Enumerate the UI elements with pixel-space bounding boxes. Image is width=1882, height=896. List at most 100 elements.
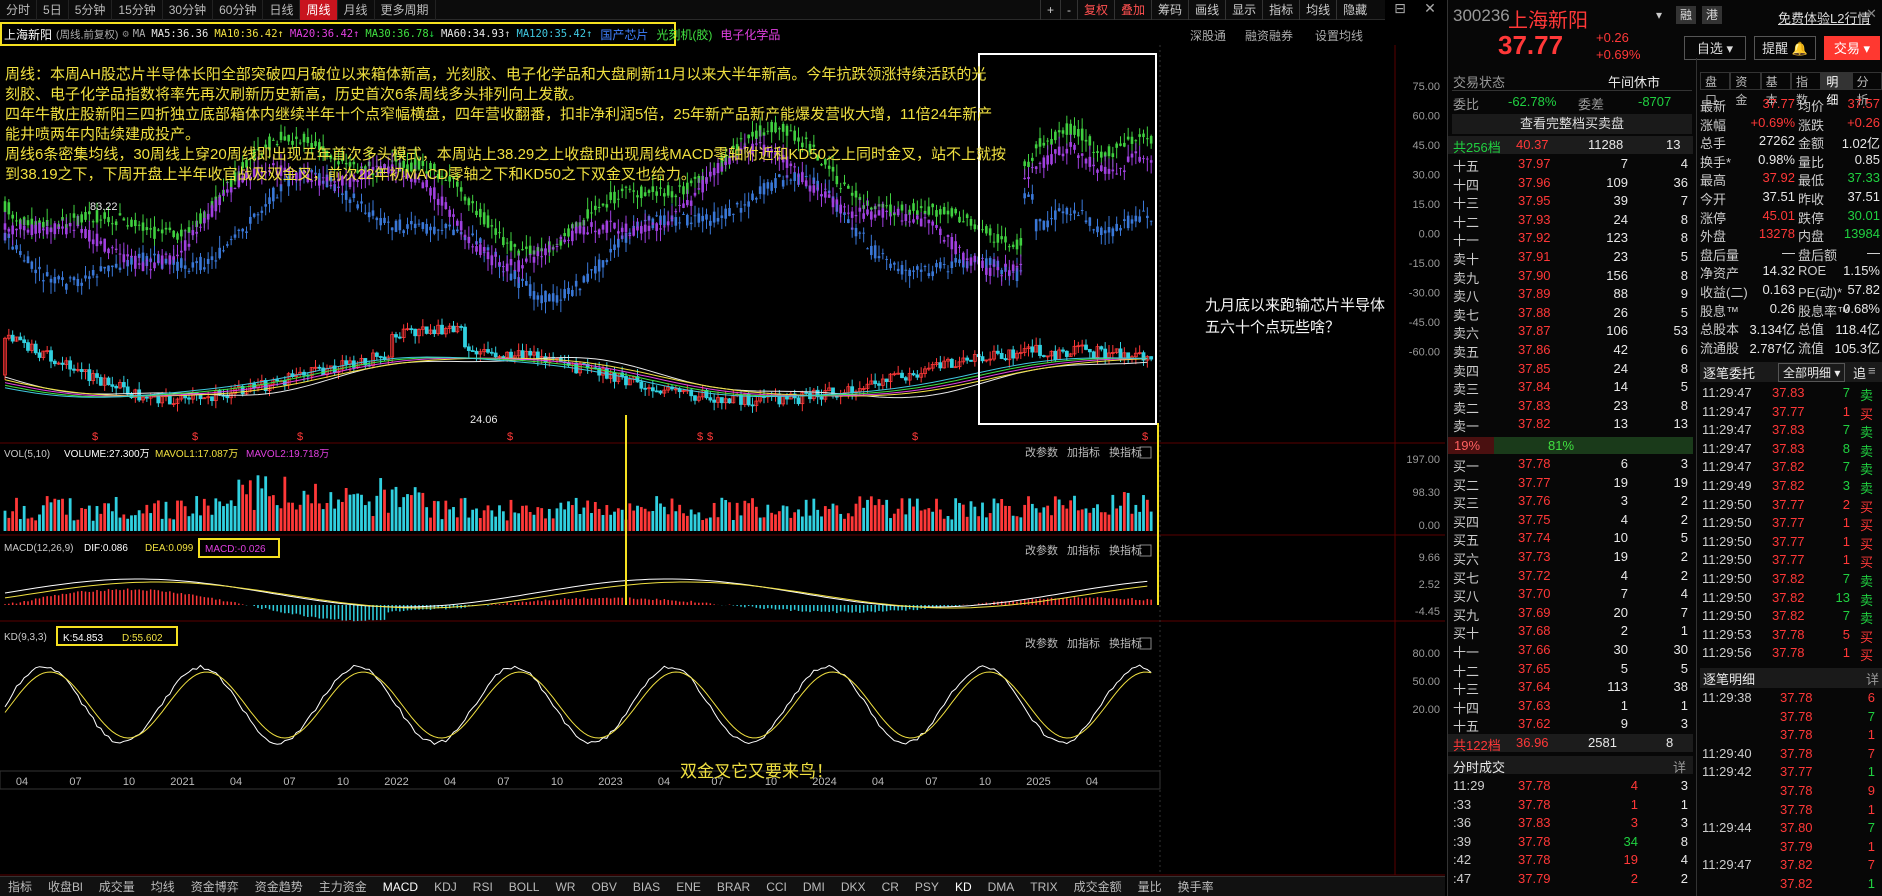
bid-row[interactable]: 买一 37.78 6 3 <box>1448 456 1693 475</box>
indicator-tab[interactable]: KDJ <box>426 877 465 896</box>
sub-panel-link[interactable]: 加指标 <box>1067 445 1100 459</box>
indicator-tab[interactable]: DMA <box>980 877 1023 896</box>
indicator-tab[interactable]: BOLL <box>501 877 548 896</box>
indicator-tab[interactable]: 资金博弈 <box>183 877 247 896</box>
indicator-tab[interactable]: 收盘Bl <box>40 877 91 896</box>
tick-detail-more[interactable]: 详 <box>1866 669 1879 688</box>
sub-panel-link[interactable]: 换指标 <box>1109 543 1142 557</box>
ask-row[interactable]: 十二 37.93 24 8 <box>1448 212 1693 231</box>
sub-panel-link[interactable]: 加指标 <box>1067 543 1100 557</box>
chart-tool-button[interactable]: 指标 <box>1262 0 1299 20</box>
period-tab[interactable]: 周线 <box>300 0 338 20</box>
sub-panel-link[interactable]: 换指标 <box>1109 636 1142 650</box>
settings-icon[interactable]: ⚙ <box>122 28 128 40</box>
bid-row[interactable]: 买五 37.74 10 5 <box>1448 530 1693 549</box>
bid-row[interactable]: 十五 37.62 9 3 <box>1448 716 1693 735</box>
period-tab[interactable]: 日线 <box>263 0 301 20</box>
ask-row[interactable]: 卖一 37.82 13 13 <box>1448 416 1693 435</box>
bid-row[interactable]: 买三 37.76 3 2 <box>1448 493 1693 512</box>
period-tab[interactable]: 5日 <box>37 0 69 20</box>
ask-row[interactable]: 十一 37.92 123 8 <box>1448 230 1693 249</box>
bid-row[interactable]: 买八 37.70 7 4 <box>1448 586 1693 605</box>
indicator-tab[interactable]: 量比 <box>1130 877 1170 896</box>
menu-icon[interactable]: ≡ <box>1868 363 1876 378</box>
indicator-tab[interactable]: ENE <box>668 877 709 896</box>
full-book-link[interactable]: 查看完整档买卖盘 <box>1452 114 1692 134</box>
indicator-tab[interactable]: 成交量 <box>91 877 143 896</box>
indicator-tab[interactable]: DKX <box>833 877 874 896</box>
quote-tab[interactable]: 盘口 <box>1700 72 1731 107</box>
ask-row[interactable]: 十三 37.95 39 7 <box>1448 193 1693 212</box>
sub-panel-link[interactable]: 加指标 <box>1067 636 1100 650</box>
period-tab[interactable]: 更多周期 <box>375 0 436 20</box>
chart-tool-button[interactable]: + <box>1040 0 1060 20</box>
time-sales-more[interactable]: 详 <box>1673 757 1686 776</box>
indicator-tab[interactable]: 指标 <box>0 877 40 896</box>
chart-tool-button[interactable]: - <box>1060 0 1077 20</box>
sub-panel-link[interactable]: 改参数 <box>1025 445 1058 459</box>
chart-tool-button[interactable]: 显示 <box>1225 0 1262 20</box>
trade-button[interactable]: 交易 ▾ <box>1824 36 1880 60</box>
indicator-tab[interactable]: 换手率 <box>1170 877 1222 896</box>
bid-row[interactable]: 十四 37.63 1 1 <box>1448 698 1693 717</box>
chart-top-link[interactable]: 深股通 <box>1190 27 1226 44</box>
period-tab[interactable]: 分时 <box>0 0 38 20</box>
sub-panel-link[interactable]: 改参数 <box>1025 636 1058 650</box>
add-watchlist-button[interactable]: 自选 ▾ <box>1684 36 1746 60</box>
indicator-tab[interactable]: CCI <box>758 877 795 896</box>
chart-tool-button[interactable]: 画线 <box>1188 0 1225 20</box>
concept-tag[interactable]: 电子化学品 <box>720 26 780 43</box>
sub-panel-link[interactable]: 换指标 <box>1109 445 1142 459</box>
bid-row[interactable]: 买七 37.72 4 2 <box>1448 568 1693 587</box>
tick-chase-button[interactable]: 追 <box>1853 363 1866 382</box>
ask-row[interactable]: 十五 37.97 7 4 <box>1448 156 1693 175</box>
bid-row[interactable]: 买十 37.68 2 1 <box>1448 623 1693 642</box>
chart-tool-button[interactable]: 叠加 <box>1114 0 1151 20</box>
bid-row[interactable]: 买二 37.77 19 19 <box>1448 475 1693 494</box>
chart-tool-button[interactable]: 均线 <box>1299 0 1336 20</box>
ask-row[interactable]: 卖十 37.91 23 5 <box>1448 249 1693 268</box>
chevron-down-icon[interactable]: ▾ <box>1656 8 1662 22</box>
tick-filter-select[interactable]: 全部明细 ▾ <box>1778 363 1846 382</box>
indicator-tab[interactable]: 主力资金 <box>311 877 375 896</box>
indicator-tab[interactable]: DMI <box>795 877 833 896</box>
indicator-tab[interactable]: OBV <box>583 877 624 896</box>
bid-row[interactable]: 十三 37.64 113 38 <box>1448 679 1693 698</box>
bid-row[interactable]: 买六 37.73 19 2 <box>1448 549 1693 568</box>
ask-row[interactable]: 卖八 37.89 88 9 <box>1448 286 1693 305</box>
collapse-icon[interactable]: ⊟ <box>1394 0 1406 20</box>
close-icon[interactable]: ✕ <box>1866 6 1877 22</box>
quote-tab[interactable]: 指数 <box>1790 72 1822 107</box>
indicator-tab[interactable]: 资金趋势 <box>247 877 311 896</box>
indicator-tab[interactable]: PSY <box>907 877 947 896</box>
indicator-tab[interactable]: MACD <box>375 877 426 896</box>
indicator-tab[interactable]: 成交金额 <box>1066 877 1130 896</box>
indicator-tab[interactable]: BRAR <box>709 877 758 896</box>
quote-tab[interactable]: 资金 <box>1730 72 1761 107</box>
period-tab[interactable]: 月线 <box>338 0 375 20</box>
ask-row[interactable]: 十四 37.96 109 36 <box>1448 175 1693 194</box>
chart-top-link[interactable]: 融资融券 <box>1245 27 1293 44</box>
chart-top-link[interactable]: 设置均线 <box>1315 27 1363 44</box>
ask-row[interactable]: 卖七 37.88 26 5 <box>1448 305 1693 324</box>
indicator-tab[interactable]: WR <box>547 877 583 896</box>
period-tab[interactable]: 60分钟 <box>213 0 264 20</box>
indicator-tab[interactable]: BIAS <box>625 877 668 896</box>
ask-row[interactable]: 卖三 37.84 14 5 <box>1448 379 1693 398</box>
indicator-tab[interactable]: RSI <box>465 877 501 896</box>
quote-tab[interactable]: 明细 <box>1821 72 1852 107</box>
period-tab[interactable]: 5分钟 <box>69 0 113 20</box>
chart-tool-button[interactable]: 筹码 <box>1151 0 1188 20</box>
quote-tab[interactable]: 分析 <box>1851 72 1882 107</box>
ask-row[interactable]: 卖四 37.85 24 8 <box>1448 361 1693 380</box>
sub-panel-link[interactable]: 改参数 <box>1025 543 1058 557</box>
indicator-tab[interactable]: CR <box>874 877 907 896</box>
close-icon[interactable]: ✕ <box>1424 0 1436 20</box>
concept-tag[interactable]: 国产芯片 <box>600 26 648 43</box>
chart-tool-button[interactable]: 隐藏 <box>1336 0 1373 20</box>
ask-row[interactable]: 卖九 37.90 156 8 <box>1448 268 1693 287</box>
ask-row[interactable]: 卖五 37.86 42 6 <box>1448 342 1693 361</box>
period-tab[interactable]: 15分钟 <box>112 0 163 20</box>
concept-tag[interactable]: 光刻机(胶) <box>656 26 712 43</box>
bid-row[interactable]: 十一 37.66 30 30 <box>1448 642 1693 661</box>
